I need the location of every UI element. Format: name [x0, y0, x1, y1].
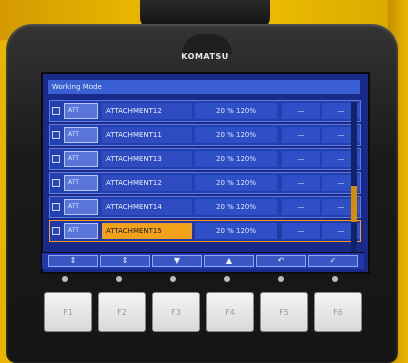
attachment-icon	[64, 103, 98, 119]
attachment-icon	[64, 199, 98, 215]
hardware-button-f4[interactable]: F4	[206, 292, 254, 332]
fkey-4[interactable]: ▲	[204, 255, 254, 267]
attachment-name: ATTACHMENT13	[102, 151, 192, 167]
attachment-col-1: —	[282, 199, 320, 215]
attachment-col-1: —	[282, 223, 320, 239]
attachment-row[interactable]: ATTACHMENT12 20 % 120% — —	[49, 100, 361, 122]
indicator-dot	[62, 276, 68, 282]
attachment-flow: 20 % 120%	[195, 151, 277, 167]
attachment-name: ATTACHMENT12	[102, 175, 192, 191]
fkey-3[interactable]: ▼	[152, 255, 202, 267]
attachment-name: ATTACHMENT11	[102, 127, 192, 143]
fkey-5[interactable]: ↶	[256, 255, 306, 267]
attachment-icon	[64, 151, 98, 167]
scrollbar-thumb[interactable]	[351, 186, 357, 222]
attachment-name: ATTACHMENT12	[102, 103, 192, 119]
attachment-flow: 20 % 120%	[195, 199, 277, 215]
attachment-name: ATTACHMENT15	[102, 223, 192, 239]
monitor-screen: Working Mode ATTACHMENT12 20 % 120% — — …	[41, 72, 370, 274]
row-checkbox[interactable]	[52, 203, 60, 211]
attachment-flow: 20 % 120%	[195, 175, 277, 191]
attachment-col-1: —	[282, 103, 320, 119]
hardware-button-f1[interactable]: F1	[44, 292, 92, 332]
hardware-button-f5[interactable]: F5	[260, 292, 308, 332]
indicator-dot	[170, 276, 176, 282]
attachment-flow: 20 % 120%	[195, 103, 277, 119]
function-key-bar: ⇕ ⇕ ▼ ▲ ↶ ✓	[42, 252, 364, 269]
row-checkbox[interactable]	[52, 155, 60, 163]
attachment-col-1: —	[282, 151, 320, 167]
attachment-col-1: —	[282, 175, 320, 191]
attachment-row-selected[interactable]: ATTACHMENT15 20 % 120% — —	[49, 220, 361, 242]
attachment-row[interactable]: ATTACHMENT12 20 % 120% — —	[49, 172, 361, 194]
indicator-dot	[116, 276, 122, 282]
bezel-bump	[182, 34, 232, 54]
attachment-col-1: —	[282, 127, 320, 143]
attachment-flow: 20 % 120%	[195, 223, 277, 239]
indicator-dot	[224, 276, 230, 282]
brand-label: KOMATSU	[181, 52, 229, 61]
scrollbar[interactable]	[351, 102, 357, 264]
fkey-2[interactable]: ⇕	[100, 255, 150, 267]
row-checkbox[interactable]	[52, 227, 60, 235]
row-checkbox[interactable]	[52, 131, 60, 139]
row-checkbox[interactable]	[52, 107, 60, 115]
attachment-flow: 20 % 120%	[195, 127, 277, 143]
button-indicator-dots	[42, 276, 364, 282]
attachment-row[interactable]: ATTACHMENT13 20 % 120% — —	[49, 148, 361, 170]
hardware-button-row: F1 F2 F3 F4 F5 F6	[40, 292, 370, 332]
indicator-dot	[278, 276, 284, 282]
fkey-6[interactable]: ✓	[308, 255, 358, 267]
attachment-icon	[64, 175, 98, 191]
indicator-dot	[332, 276, 338, 282]
hardware-button-f6[interactable]: F6	[314, 292, 362, 332]
row-checkbox[interactable]	[52, 179, 60, 187]
hardware-button-f2[interactable]: F2	[98, 292, 146, 332]
attachment-name: ATTACHMENT14	[102, 199, 192, 215]
attachment-icon	[64, 127, 98, 143]
hardware-button-f3[interactable]: F3	[152, 292, 200, 332]
screen-title: Working Mode	[48, 80, 360, 94]
attachment-icon	[64, 223, 98, 239]
attachment-row[interactable]: ATTACHMENT11 20 % 120% — —	[49, 124, 361, 146]
fkey-1[interactable]: ⇕	[48, 255, 98, 267]
attachment-row[interactable]: ATTACHMENT14 20 % 120% — —	[49, 196, 361, 218]
